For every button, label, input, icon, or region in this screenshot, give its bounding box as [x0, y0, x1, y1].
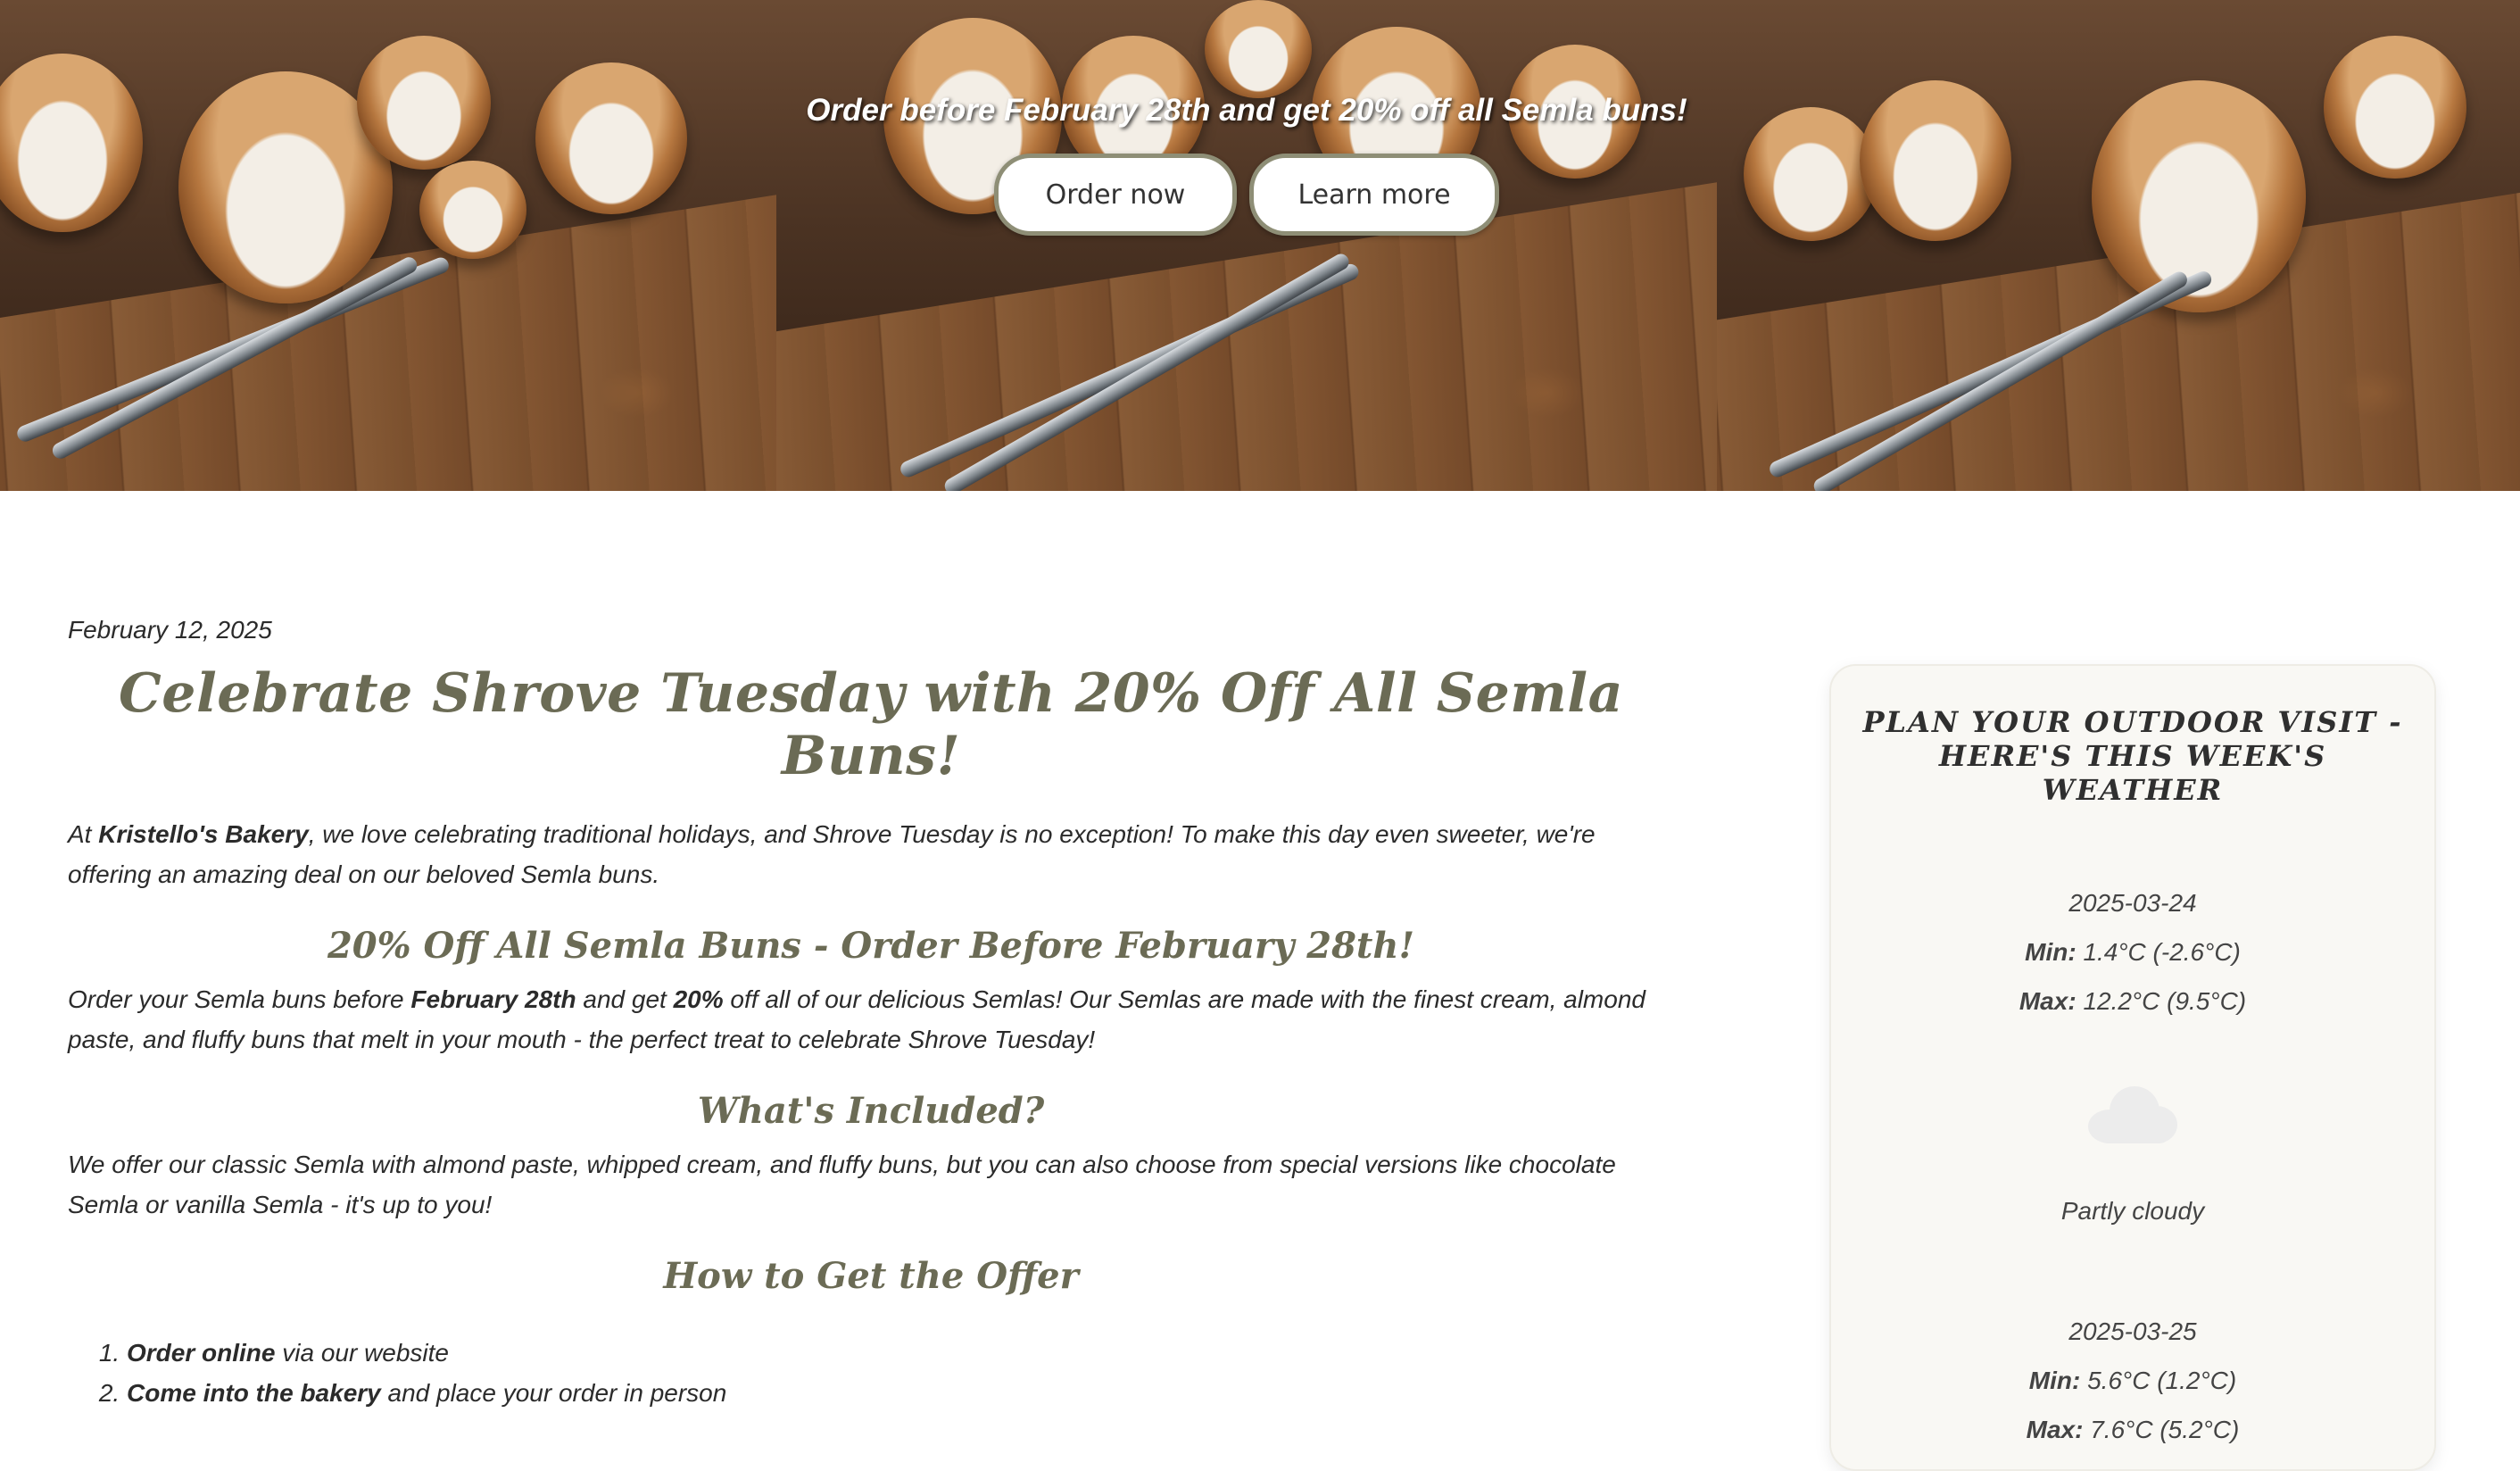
section-heading-how: How to Get the Offer	[663, 1255, 1079, 1297]
article-intro: At Kristello's Bakery, we love celebrati…	[68, 820, 1596, 888]
weather-card: Plan your outdoor visit - here's this we…	[1829, 664, 2436, 1471]
article-title: Celebrate Shrove Tuesday with 20% Off Al…	[119, 662, 1623, 787]
weather-max: Max: 12.2°C (9.5°C)	[2018, 987, 2247, 1015]
list-item: Order online via our website	[127, 1333, 1674, 1373]
weather-title: Plan your outdoor visit - here's this we…	[1862, 705, 2403, 807]
offer-steps-list: Order online via our website Come into t…	[68, 1333, 1674, 1413]
section-heading-included: What's Included?	[697, 1090, 1045, 1132]
article-date: February 12, 2025	[68, 616, 272, 644]
bakery-name: Kristello's Bakery	[98, 820, 309, 848]
weather-date: 2025-03-25	[2068, 1317, 2197, 1345]
weather-day: 2025-03-25 Min: 5.6°C (1.2°C) Max: 7.6°C…	[1831, 1307, 2434, 1454]
hero-buttons: Order now Learn more	[994, 154, 1499, 236]
weather-date: 2025-03-24	[2068, 889, 2197, 917]
section-text-offer: Order your Semla buns before February 28…	[68, 985, 1645, 1053]
weather-min: Min: 1.4°C (-2.6°C)	[2025, 938, 2241, 966]
hero-image-left	[0, 0, 776, 491]
hero-image-right	[1717, 0, 2520, 491]
hero-overlay: Order before February 28th and get 20% o…	[776, 0, 1717, 491]
section-text-included: We offer our classic Semla with almond p…	[68, 1151, 1616, 1218]
order-now-button[interactable]: Order now	[994, 154, 1237, 236]
article: February 12, 2025 Celebrate Shrove Tuesd…	[68, 616, 1674, 1413]
weather-condition: Partly cloudy	[2060, 1197, 2205, 1225]
promo-text: Order before February 28th and get 20% o…	[806, 93, 1687, 128]
weather-max: Max: 7.6°C (5.2°C)	[2026, 1416, 2240, 1443]
list-item: Come into the bakery and place your orde…	[127, 1373, 1674, 1413]
section-heading-offer: 20% Off All Semla Buns - Order Before Fe…	[327, 925, 1415, 967]
weather-min: Min: 5.6°C (1.2°C)	[2028, 1367, 2237, 1394]
cloud-icon	[2088, 1086, 2177, 1143]
learn-more-button[interactable]: Learn more	[1249, 154, 1499, 236]
weather-day: 2025-03-24 Min: 1.4°C (-2.6°C) Max: 12.2…	[1831, 878, 2434, 1235]
